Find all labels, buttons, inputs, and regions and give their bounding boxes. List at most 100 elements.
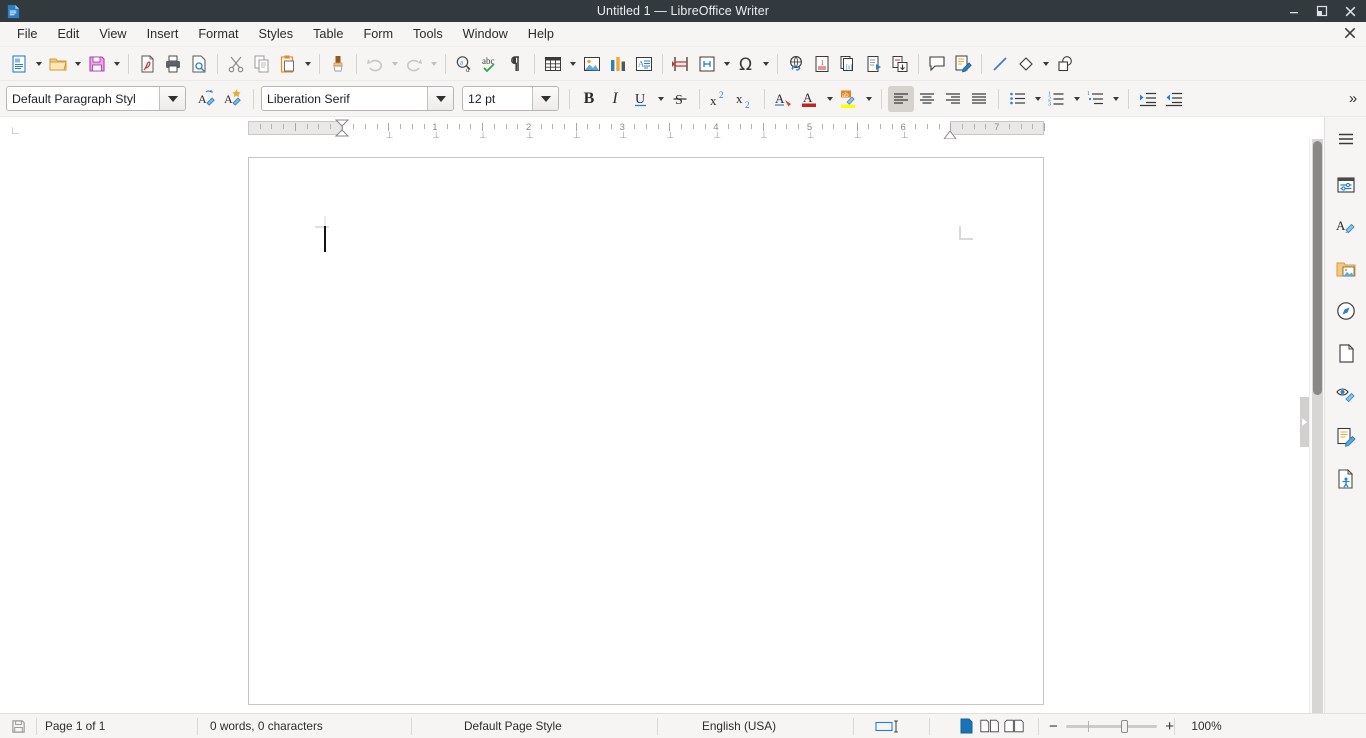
comment-bubble-icon[interactable]	[924, 51, 950, 77]
ruler-left-indent-marker[interactable]	[334, 119, 349, 138]
field-icon[interactable]	[694, 51, 720, 77]
zoom-slider[interactable]: − +	[1039, 714, 1174, 738]
line-icon[interactable]	[987, 51, 1013, 77]
redo-arrow-icon[interactable]	[401, 51, 427, 77]
word-count[interactable]: 0 words, 0 characters	[198, 714, 411, 738]
save-dropdown[interactable]	[110, 51, 123, 77]
paragraph-style-value[interactable]: Default Paragraph Styl	[7, 87, 159, 110]
superscript-button[interactable]: x 2	[706, 86, 732, 112]
text-box-icon[interactable]: A	[631, 51, 657, 77]
manage-changes-icon[interactable]	[1330, 421, 1362, 453]
close-document-icon[interactable]	[1343, 26, 1357, 45]
font-color-icon[interactable]: A	[797, 86, 823, 112]
draw-functions-icon[interactable]	[1052, 51, 1078, 77]
hamburger-menu-icon[interactable]	[1330, 123, 1362, 155]
subscript-button[interactable]: x 2	[732, 86, 758, 112]
scrollbar-thumb[interactable]	[1313, 141, 1322, 395]
undo-dropdown[interactable]	[388, 51, 401, 77]
split-window-button[interactable]	[1300, 397, 1309, 447]
table-icon[interactable]	[540, 51, 566, 77]
zoom-in-button[interactable]: +	[1165, 718, 1174, 735]
menu-item-view[interactable]: View	[89, 24, 136, 45]
paintbrush-icon[interactable]	[325, 51, 351, 77]
save-status-icon[interactable]	[0, 714, 36, 738]
close-icon[interactable]	[1336, 0, 1364, 22]
underline-dropdown[interactable]	[654, 86, 667, 112]
font-size-value[interactable]: 12 pt	[463, 87, 532, 110]
align-center-icon[interactable]	[914, 86, 940, 112]
bullet-list-icon[interactable]	[1005, 86, 1031, 112]
align-right-icon[interactable]	[940, 86, 966, 112]
decrease-indent-icon[interactable]	[1161, 86, 1187, 112]
chart-icon[interactable]	[605, 51, 631, 77]
new-style-icon[interactable]: A	[220, 86, 246, 112]
document-page[interactable]	[248, 157, 1044, 705]
paste-dropdown[interactable]	[301, 51, 314, 77]
new-doc-dropdown[interactable]	[32, 51, 45, 77]
paragraph-style-combo[interactable]: Default Paragraph Styl	[6, 86, 186, 111]
menu-item-form[interactable]: Form	[353, 24, 403, 45]
outline-list-icon[interactable]: 1	[1083, 86, 1109, 112]
endnote-icon[interactable]: [i]	[835, 51, 861, 77]
numbered-list-icon[interactable]: 1 2 3	[1044, 86, 1070, 112]
track-changes-icon[interactable]	[950, 51, 976, 77]
copy-icon[interactable]	[249, 51, 275, 77]
menu-item-styles[interactable]: Styles	[249, 24, 304, 45]
menu-item-table[interactable]: Table	[303, 24, 353, 45]
image-icon[interactable]	[579, 51, 605, 77]
footnote-icon[interactable]: 1	[809, 51, 835, 77]
zoom-slider-track[interactable]	[1065, 719, 1158, 733]
menu-item-insert[interactable]: Insert	[137, 24, 189, 45]
properties-icon[interactable]	[1330, 169, 1362, 201]
font-name-value[interactable]: Liberation Serif	[262, 87, 427, 110]
underline-button[interactable]: U	[628, 86, 654, 112]
special-char-dropdown[interactable]	[759, 51, 772, 77]
styles-icon[interactable]: A	[1330, 211, 1362, 243]
field-dropdown[interactable]	[720, 51, 733, 77]
redo-dropdown[interactable]	[427, 51, 440, 77]
save-floppy-icon[interactable]	[84, 51, 110, 77]
page-info[interactable]: Page 1 of 1	[37, 714, 197, 738]
open-folder-icon[interactable]	[45, 51, 71, 77]
table-dropdown[interactable]	[566, 51, 579, 77]
cross-reference-icon[interactable]	[887, 51, 913, 77]
menu-item-edit[interactable]: Edit	[47, 24, 89, 45]
zoom-slider-thumb[interactable]	[1120, 719, 1128, 733]
menu-item-file[interactable]: File	[7, 24, 47, 45]
zoom-level[interactable]: 100%	[1175, 714, 1238, 738]
pdf-icon[interactable]	[134, 51, 160, 77]
page-style[interactable]: Default Page Style	[412, 714, 657, 738]
clear-formatting-icon[interactable]: A	[771, 86, 797, 112]
bullet-list-dropdown[interactable]	[1031, 86, 1044, 112]
globe-link-icon[interactable]	[783, 51, 809, 77]
align-justified-icon[interactable]	[966, 86, 992, 112]
minimize-icon[interactable]	[1280, 0, 1308, 22]
accessibility-check-icon[interactable]	[1330, 463, 1362, 495]
zoom-out-button[interactable]: −	[1049, 718, 1058, 735]
font-color-dropdown[interactable]	[823, 86, 836, 112]
update-style-icon[interactable]: A	[194, 86, 220, 112]
selection-mode-icon[interactable]	[854, 714, 929, 738]
style-inspector-icon[interactable]	[1330, 379, 1362, 411]
new-doc-icon[interactable]	[6, 51, 32, 77]
diamond-shape-icon[interactable]	[1013, 51, 1039, 77]
menu-item-help[interactable]: Help	[518, 24, 564, 45]
gallery-icon[interactable]	[1330, 253, 1362, 285]
increase-indent-icon[interactable]	[1135, 86, 1161, 112]
printer-icon[interactable]	[160, 51, 186, 77]
ruler-right-indent-marker[interactable]	[943, 127, 958, 140]
highlight-color-dropdown[interactable]	[862, 86, 875, 112]
numbered-list-dropdown[interactable]	[1070, 86, 1083, 112]
open-dropdown[interactable]	[71, 51, 84, 77]
italic-button[interactable]: I	[602, 86, 628, 112]
font-name-combo[interactable]: Liberation Serif	[261, 86, 454, 111]
pilcrow-icon[interactable]	[503, 51, 529, 77]
page-break-icon[interactable]	[668, 51, 694, 77]
navigator-compass-icon[interactable]	[1330, 295, 1362, 327]
vertical-scrollbar[interactable]	[1309, 139, 1324, 713]
bookmark-icon[interactable]	[861, 51, 887, 77]
spelling-abc-icon[interactable]: abc	[477, 51, 503, 77]
multi-page-view-icon[interactable]	[980, 717, 1000, 735]
paragraph-style-dropdown[interactable]	[159, 87, 185, 110]
scissors-icon[interactable]	[223, 51, 249, 77]
